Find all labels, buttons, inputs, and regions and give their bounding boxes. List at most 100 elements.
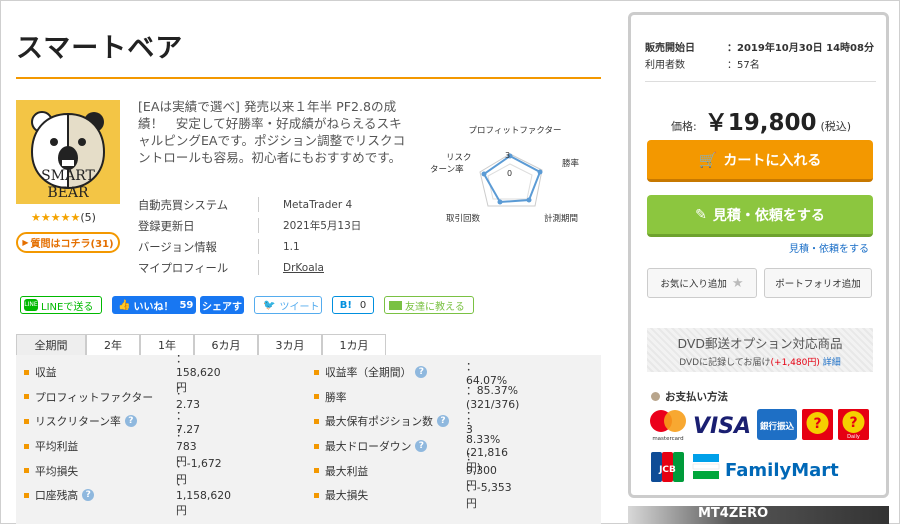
- tab-1m[interactable]: 1カ月: [322, 334, 386, 355]
- add-favorite-label: お気に入り追加: [660, 279, 727, 290]
- stat-label: 平均利益: [35, 440, 79, 454]
- stat-row: 勝率 ：85.37% (321/376): [314, 384, 519, 411]
- sale-info: 販売開始日 ：2019年10月30日 14時08分 利用者数 ：57名: [645, 39, 874, 73]
- page-title: スマートベア: [16, 33, 184, 64]
- quote-request-label: 見積・依頼をする: [712, 207, 825, 224]
- facebook-like-button[interactable]: 👍 いいね！ 59: [112, 296, 196, 314]
- spec-value: 1.1: [283, 240, 300, 253]
- quote-request-button[interactable]: ✎ 見積・依頼をする: [647, 195, 873, 237]
- fb-like-count: 59: [179, 299, 194, 311]
- spec-key: マイプロフィール: [138, 261, 229, 275]
- email-friend-label: 友達に教える: [405, 301, 465, 313]
- stat-label: 最大ドローダウン: [325, 440, 412, 454]
- add-favorite-button[interactable]: お気に入り追加 ★: [647, 268, 757, 298]
- dvd-detail-link[interactable]: 詳細: [823, 358, 841, 368]
- payment-title: お支払い方法: [651, 389, 728, 404]
- dvd-option-banner: DVD郵送オプション対応商品 DVDに記録してお届け(+1,480円) 詳細: [647, 328, 873, 372]
- help-icon[interactable]: ?: [124, 415, 137, 428]
- rating: ★★★★★(5): [31, 211, 96, 224]
- line-share-button[interactable]: LINE LINEで送る: [20, 296, 102, 314]
- fb-like-label: いいね！: [133, 301, 174, 313]
- dvd-note: DVDに記録してお届け: [679, 358, 771, 368]
- stat-row: リスクリターン率? ：7.27: [24, 409, 200, 436]
- add-portfolio-button[interactable]: ポートフォリオ追加: [764, 268, 872, 298]
- quote-request-link[interactable]: 見積・依頼をする: [789, 240, 869, 255]
- price-value: ￥19,800: [704, 110, 817, 136]
- purchase-sidebar: 販売開始日 ：2019年10月30日 14時08分 利用者数 ：57名 価格: ￥1…: [628, 12, 889, 498]
- hatena-bookmark-button[interactable]: B! 0: [332, 296, 374, 314]
- tab-2y[interactable]: 2年: [86, 334, 140, 355]
- spec-row: 登録更新日 2021年5月13日: [138, 215, 448, 236]
- rating-stars: ★★★★★: [31, 211, 81, 224]
- daily-icon: ? Daily: [838, 409, 869, 440]
- tab-all[interactable]: 全期間: [16, 334, 86, 355]
- tab-3m[interactable]: 3カ月: [258, 334, 322, 355]
- question-button[interactable]: ▶ 質問はコチラ(31): [16, 232, 120, 253]
- spec-key: 登録更新日: [138, 219, 195, 233]
- rating-count: (5): [80, 211, 96, 224]
- spec-key: バージョン情報: [138, 240, 217, 254]
- spec-row: バージョン情報 1.1: [138, 236, 448, 257]
- price-label: 価格:: [671, 120, 697, 133]
- stat-row: 最大損失 ：-5,353円: [314, 481, 512, 510]
- stat-row: 収益 ：158,620円: [24, 352, 221, 394]
- performance-radar-chart: 3 0 プロフィットファクター 勝率 計測期間 取引回数 リスク ターン率: [430, 120, 600, 230]
- jcb-icon: JCB: [651, 452, 684, 482]
- stat-label: 収益率（全期間）: [325, 366, 412, 380]
- stat-label: プロフィットファクター: [35, 390, 154, 404]
- sale-start-value: ：2019年10月30日 14時08分: [727, 43, 874, 54]
- thumbs-up-icon: 👍: [118, 299, 131, 311]
- daily-yamazaki-icon: ?: [802, 409, 833, 440]
- stats-panel: 収益 ：158,620円 プロフィットファクター ：2.73 リスクリターン率? ：7…: [16, 352, 601, 524]
- hatena-icon: B!: [339, 299, 352, 311]
- help-icon[interactable]: ?: [82, 489, 95, 502]
- payment-logos: mastercard VISA 銀行振込 ? ? Daily JCB Famil…: [649, 408, 874, 492]
- stat-row: 口座残高? ：1,158,620円: [24, 475, 231, 517]
- stat-row: 最大保有ポジション数? ：3: [314, 409, 477, 436]
- product-description: [EAは実績で選べ] 発売以来１年半 PF2.8の成績！ 安定して好勝率・好成績…: [138, 99, 406, 165]
- help-icon[interactable]: ?: [415, 366, 428, 379]
- radar-point: [537, 169, 543, 175]
- promo-banner[interactable]: MT4ZERO: [628, 506, 889, 524]
- stat-row: 平均利益 ：783円: [24, 426, 197, 468]
- visa-icon: VISA: [693, 414, 751, 439]
- help-icon[interactable]: ?: [415, 440, 428, 453]
- svg-text:mastercard: mastercard: [652, 436, 683, 442]
- facebook-share-button[interactable]: シェアす: [200, 296, 244, 314]
- svg-text:?: ?: [813, 416, 821, 432]
- tweet-button[interactable]: 🐦 ツイート: [254, 296, 322, 314]
- users-label: 利用者数: [645, 60, 685, 71]
- radar-label-risk-1: リスク: [446, 153, 472, 163]
- pencil-icon: ✎: [695, 206, 707, 223]
- play-arrow-icon: ▶: [22, 238, 29, 247]
- price-block: 価格: ￥19,800 (税込): [671, 103, 851, 137]
- profile-link[interactable]: DrKoala: [283, 262, 324, 274]
- divider: [645, 81, 876, 82]
- sale-start-label: 販売開始日: [645, 43, 695, 54]
- payment-title-label: お支払い方法: [665, 391, 728, 403]
- line-icon: LINE: [24, 299, 38, 311]
- radar-label-risk-2: ターン率: [430, 164, 464, 175]
- stat-label: 口座残高: [35, 489, 79, 503]
- tweet-label: ツイート: [279, 301, 320, 313]
- spec-value: 2021年5月13日: [283, 220, 362, 232]
- stat-value: ：1,158,620円: [176, 474, 231, 517]
- radar-label-pf: プロフィットファクター: [469, 126, 562, 136]
- stats-right-column: 収益率（全期間）? ：64.07% 勝率 ：85.37% (321/376) 最大保…: [314, 360, 519, 510]
- email-friend-button[interactable]: 友達に教える: [384, 296, 474, 314]
- add-to-cart-button[interactable]: 🛒 カートに入れる: [647, 140, 873, 182]
- stat-label: 勝率: [325, 390, 347, 404]
- svg-text:FamilyMart: FamilyMart: [725, 460, 839, 481]
- radar-label-period: 計測期間: [544, 213, 578, 224]
- envelope-icon: [389, 300, 402, 310]
- stats-left-column: 収益 ：158,620円 プロフィットファクター ：2.73 リスクリターン率? ：7…: [24, 352, 231, 517]
- svg-text:JCB: JCB: [658, 465, 676, 475]
- mastercard-icon: mastercard: [650, 410, 686, 442]
- svg-text:Daily: Daily: [847, 434, 860, 440]
- stat-label: 最大利益: [325, 464, 369, 478]
- stat-label: 収益: [35, 366, 57, 380]
- help-icon[interactable]: ?: [436, 415, 449, 428]
- radar-point: [481, 171, 487, 177]
- radar-point: [526, 197, 532, 203]
- spec-value: MetaTrader 4: [283, 198, 353, 211]
